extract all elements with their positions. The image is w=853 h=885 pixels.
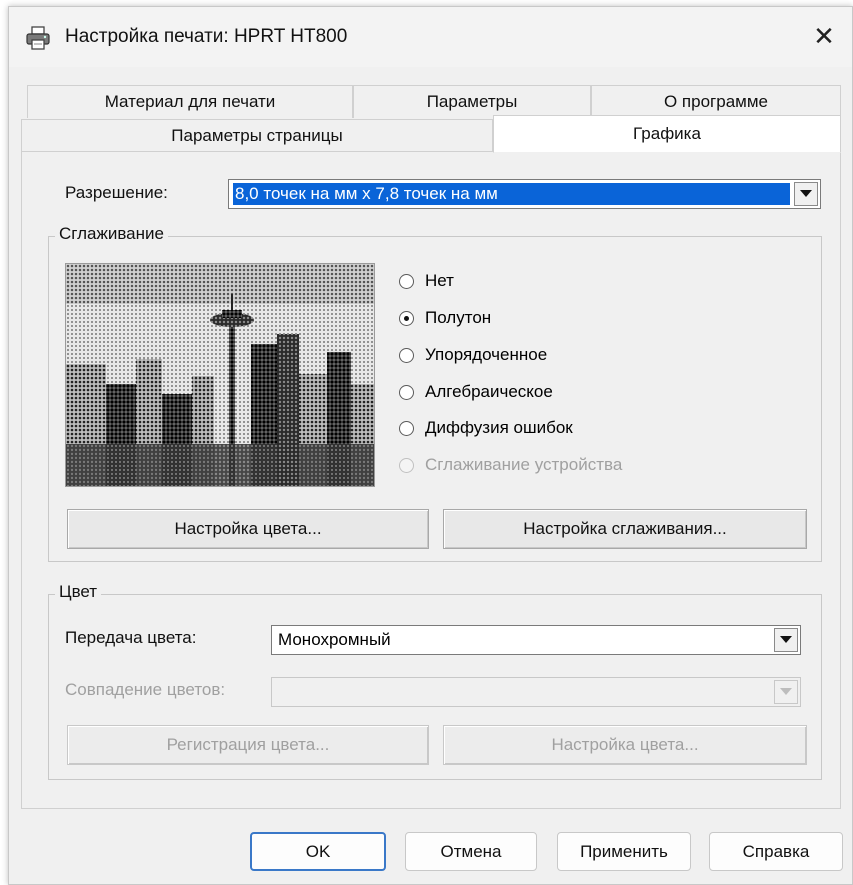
color-transfer-select[interactable]: Монохромный [271,625,801,655]
help-button[interactable]: Справка [709,832,843,871]
dither-option-label: Диффузия ошибок [425,418,573,437]
dither-option-label: Нет [425,271,454,290]
printer-icon [26,26,50,50]
tab-label: О программе [663,92,768,111]
color-group: Цвет Передача цвета: Монохромный Совпаде… [48,582,822,780]
dithering-preview-image [65,263,375,487]
color-matching-value [276,681,770,703]
dither-option-label: Сглаживание устройства [425,455,623,474]
close-button[interactable]: ✕ [796,7,852,67]
cancel-button[interactable]: Отмена [405,832,537,871]
radio-button[interactable] [399,384,414,400]
chevron-down-icon [774,680,798,704]
dither-option-ordered[interactable]: Упорядоченное [399,345,547,365]
dither-setup-button[interactable]: Настройка сглаживания... [443,509,807,549]
color-setup-button[interactable]: Настройка цвета... [67,509,429,549]
dithering-group: Сглаживание Нет Полутон Упорядоченное Ал… [48,224,822,562]
dither-option-algebraic[interactable]: Алгебраическое [399,382,553,402]
color-transfer-value: Монохромный [278,630,391,649]
ok-button[interactable]: OK [250,832,386,871]
tab-about[interactable]: О программе [591,85,841,118]
resolution-label: Разрешение: [65,183,168,202]
tab-parameters[interactable]: Параметры [353,85,591,118]
radio-button[interactable] [399,347,414,363]
apply-button[interactable]: Применить [557,832,691,871]
color-matching-label: Совпадение цветов: [65,680,226,699]
tab-page-setup[interactable]: Параметры страницы [21,119,493,152]
color-transfer-label: Передача цвета: [65,628,197,647]
tab-print-material[interactable]: Материал для печати [27,85,353,118]
dithering-group-title: Сглаживание [55,224,168,244]
graphics-panel: Разрешение: 8,0 точек на мм x 7,8 точек … [21,151,841,809]
window-title: Настройка печати: HPRT HT800 [65,26,348,47]
tab-label: Графика [633,124,701,143]
dither-option-label: Полутон [425,308,492,327]
print-settings-dialog: Настройка печати: HPRT HT800 ✕ Материал … [8,6,853,885]
title-bar: Настройка печати: HPRT HT800 ✕ [9,7,852,67]
tab-graphics[interactable]: Графика [493,115,841,153]
color-registration-button: Регистрация цвета... [67,725,429,765]
dither-option-label: Упорядоченное [425,345,548,364]
color-matching-select [271,677,801,707]
radio-button[interactable] [399,310,414,326]
dither-option-none[interactable]: Нет [399,271,454,291]
dither-option-label: Алгебраическое [425,382,553,401]
radio-button[interactable] [399,420,414,436]
resolution-value: 8,0 точек на мм x 7,8 точек на мм [233,183,790,205]
color-setup-button-disabled: Настройка цвета... [443,725,807,765]
tab-label: Параметры [426,92,518,111]
close-icon: ✕ [813,22,835,52]
chevron-down-icon[interactable] [774,628,798,652]
dither-option-error-diffusion[interactable]: Диффузия ошибок [399,418,573,438]
dither-option-halftone[interactable]: Полутон [399,308,491,328]
dither-option-device: Сглаживание устройства [399,455,622,475]
resolution-select[interactable]: 8,0 точек на мм x 7,8 точек на мм [228,179,821,209]
color-group-title: Цвет [55,582,102,602]
radio-button[interactable] [399,273,414,289]
radio-button [399,457,414,473]
tab-label: Параметры страницы [171,126,343,145]
chevron-down-icon[interactable] [794,182,818,206]
tab-label: Материал для печати [104,92,276,111]
